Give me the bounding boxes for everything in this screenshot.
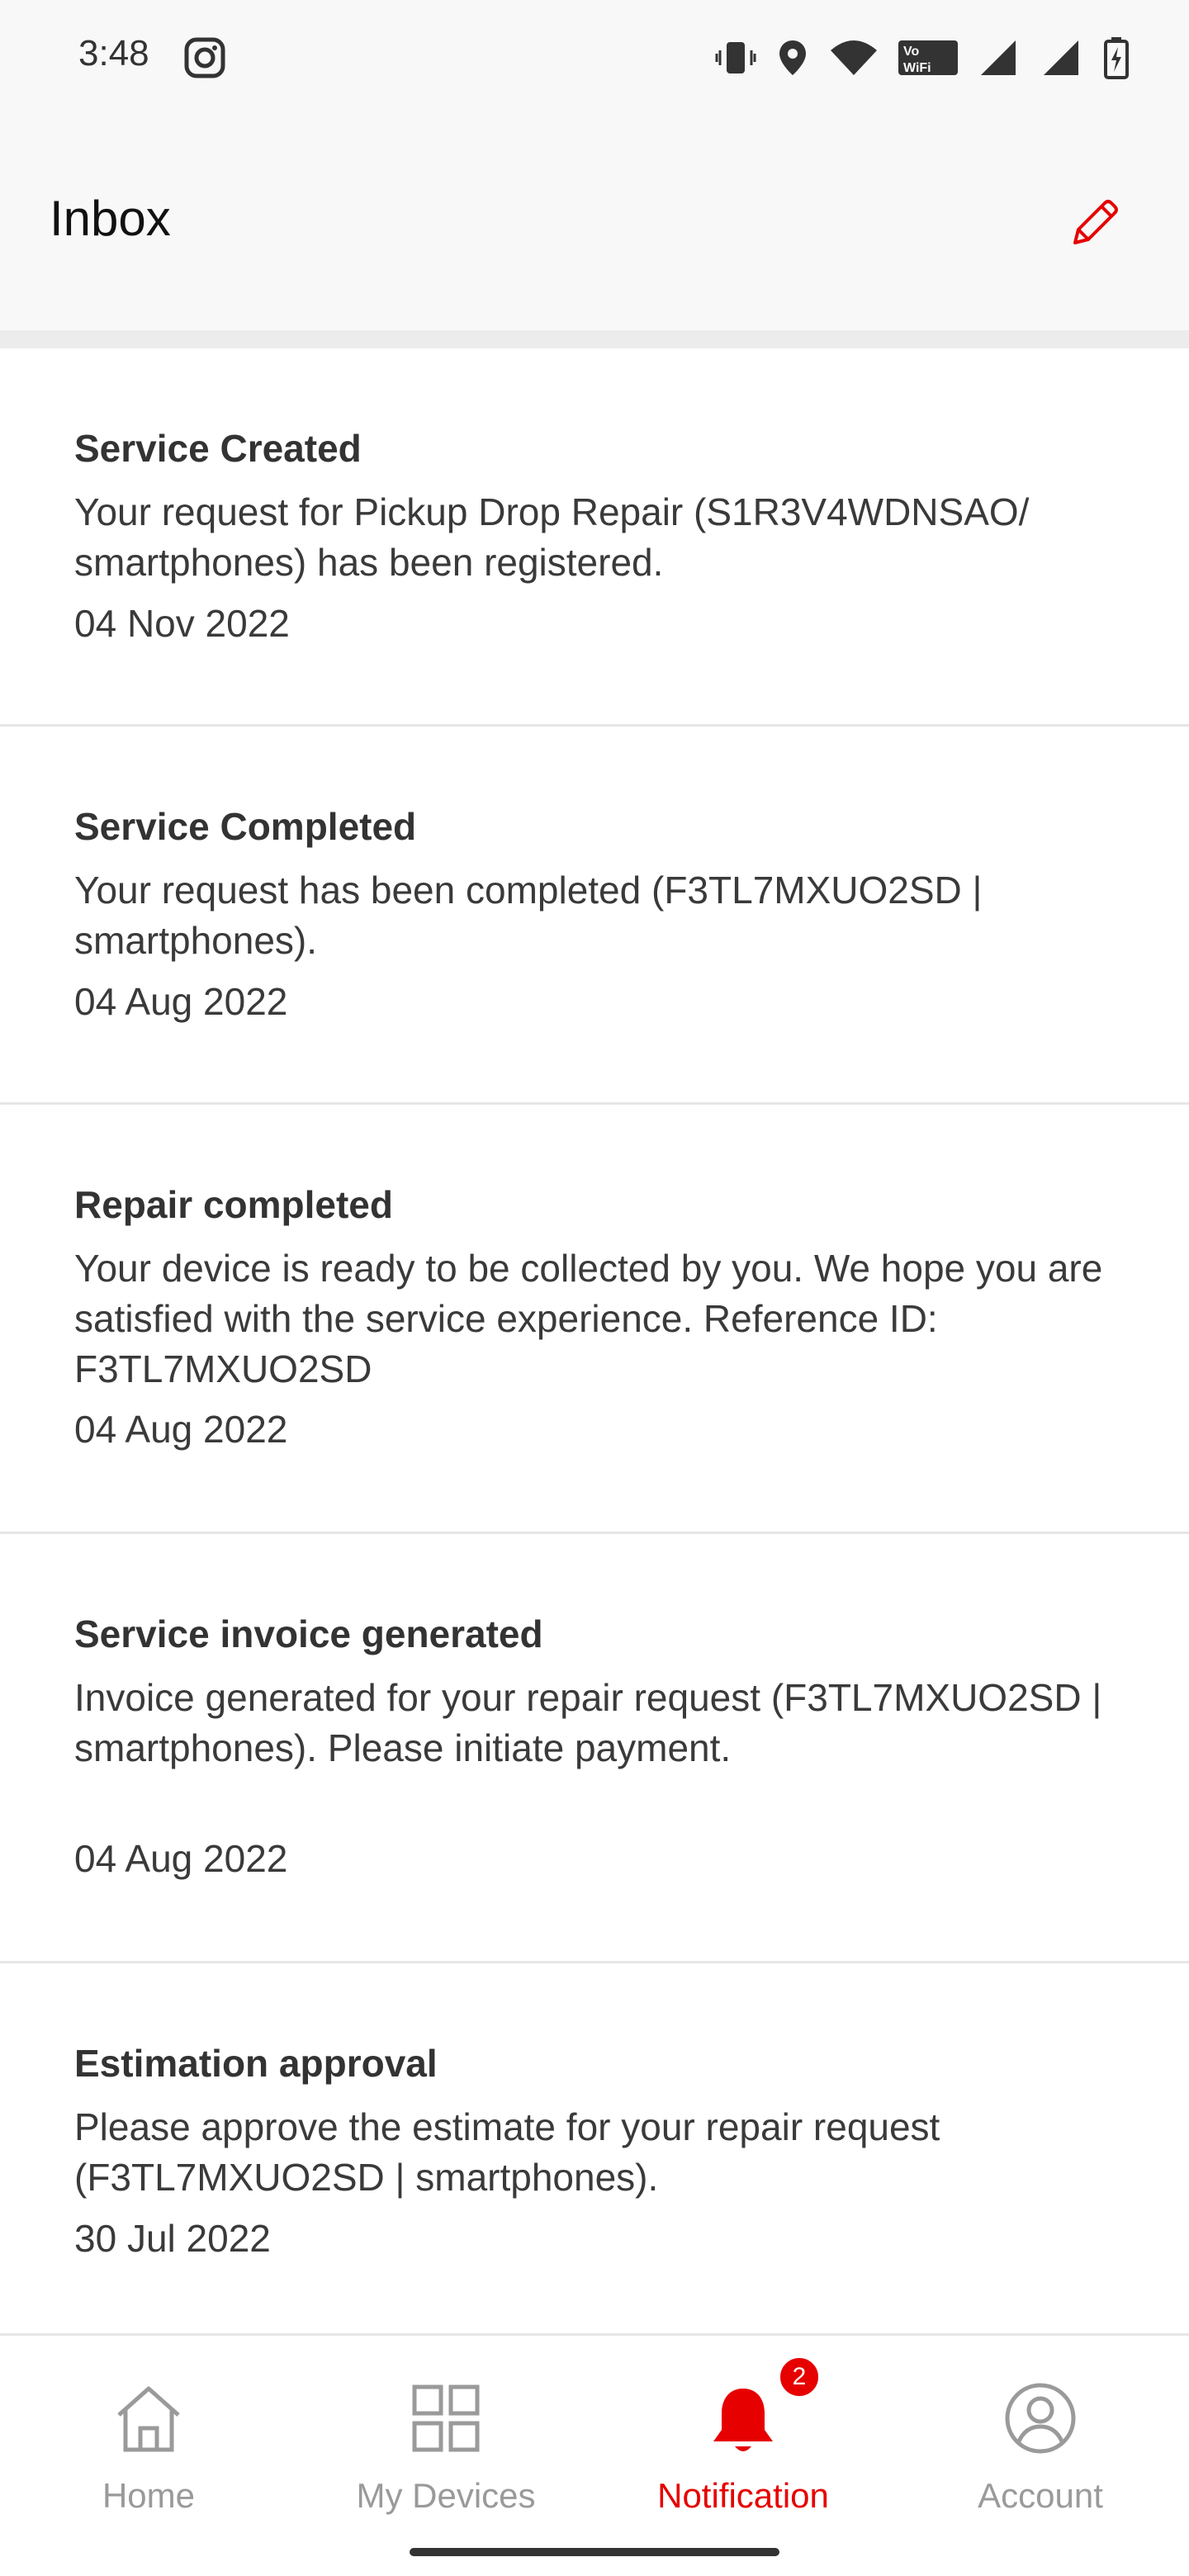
notification-item[interactable]: Service invoice generated Invoice genera… <box>0 1534 1189 1963</box>
header-divider <box>0 330 1189 348</box>
notification-item[interactable]: Service Created Your request for Pickup … <box>0 348 1189 727</box>
page-title: Inbox <box>50 191 171 246</box>
notification-title: Service Created <box>74 427 362 470</box>
notification-body: Please approve the estimate for your rep… <box>74 2105 940 2199</box>
status-time: 3:48 <box>78 33 149 73</box>
nav-item-home[interactable]: Home <box>0 2336 297 2526</box>
wifi-icon <box>831 40 877 75</box>
notification-body: Invoice generated for your repair reques… <box>74 1676 1102 1769</box>
status-icons: Vo WiFi <box>715 33 1130 83</box>
user-icon <box>1005 2383 1076 2454</box>
app-bar: Inbox <box>0 116 1189 330</box>
nav-item-notification[interactable]: 2 Notification <box>594 2336 892 2526</box>
notification-count-badge: 2 <box>776 2354 822 2400</box>
vibrate-icon <box>715 42 756 73</box>
instagram-icon <box>184 37 225 78</box>
battery-icon <box>1104 37 1129 79</box>
home-indicator <box>410 2548 779 2556</box>
svg-text:WiFi: WiFi <box>903 61 931 75</box>
notification-body: Your device is ready to be collected by … <box>74 1247 1103 1390</box>
nav-label-notification: Notification <box>657 2476 829 2515</box>
notification-date: 04 Aug 2022 <box>74 980 288 1023</box>
nav-item-my-devices[interactable]: My Devices <box>297 2336 594 2526</box>
notification-date: 04 Aug 2022 <box>74 1408 288 1451</box>
status-bar: 3:48 Vo WiFi <box>0 0 1189 116</box>
vowifi-icon: Vo WiFi <box>898 40 958 75</box>
nav-item-account[interactable]: Account <box>892 2336 1189 2526</box>
svg-text:Vo: Vo <box>903 45 919 59</box>
home-icon <box>117 2386 180 2452</box>
notification-date: 04 Nov 2022 <box>74 602 290 645</box>
notification-title: Repair completed <box>74 1183 393 1226</box>
nav-label-home: Home <box>102 2476 196 2515</box>
notification-date: 04 Aug 2022 <box>74 1837 288 1880</box>
nav-label-account: Account <box>978 2476 1103 2515</box>
notification-item[interactable]: Service Completed Your request has been … <box>0 727 1189 1105</box>
signal-icon <box>981 40 1016 75</box>
bell-icon <box>713 2389 773 2451</box>
nav-label-my-devices: My Devices <box>356 2476 536 2515</box>
notification-item[interactable]: Estimation approval Please approve the e… <box>0 1963 1189 2342</box>
bottom-nav: Home My Devices 2 Notification Account <box>0 2333 1189 2576</box>
notification-title: Service invoice generated <box>74 1612 543 1655</box>
notification-body: Your request has been completed (F3TL7MX… <box>74 869 983 962</box>
notification-item[interactable]: Repair completed Your device is ready to… <box>0 1105 1189 1534</box>
notification-date: 30 Jul 2022 <box>74 2217 271 2260</box>
notification-body: Your request for Pickup Drop Repair (S1R… <box>74 490 1030 584</box>
location-icon <box>779 40 806 75</box>
notification-title: Service Completed <box>74 805 417 848</box>
notification-title: Estimation approval <box>74 2042 438 2085</box>
pencil-icon[interactable] <box>1065 195 1123 253</box>
grid-icon <box>412 2384 480 2452</box>
signal-icon-2 <box>1044 40 1078 75</box>
notification-list: Service Created Your request for Pickup … <box>0 348 1189 2342</box>
